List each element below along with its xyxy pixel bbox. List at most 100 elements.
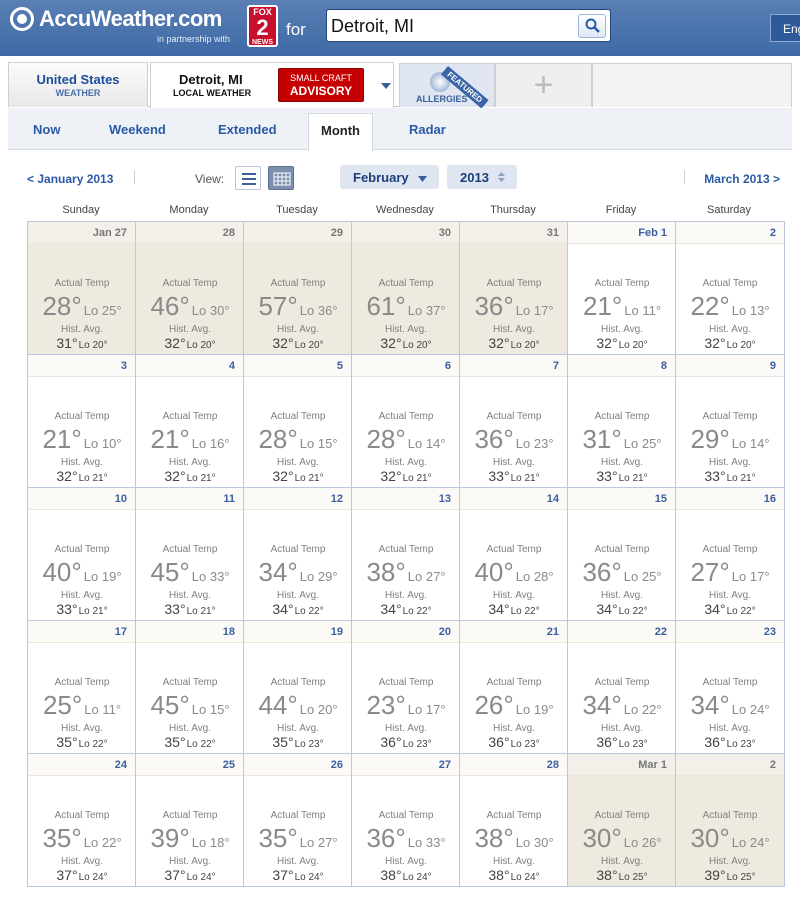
calendar-day-cell[interactable]: 20 Actual Temp 23° Lo 17° Hist. Avg. 36°Lo 23… [352,621,460,754]
actual-low: 22° [641,702,662,717]
lo-label: Lo [294,473,306,484]
lo-label: Lo [731,702,747,717]
fox2-news-logo[interactable]: FOX 2 NEWS [247,5,278,47]
hist-low: 22° [740,606,756,617]
day-number: 15 [568,488,675,510]
tab-now[interactable]: Now [33,122,60,137]
actual-low: 25° [641,569,662,584]
calendar-day-cell[interactable]: 29 Actual Temp 57° Lo 36° Hist. Avg. 32°Lo 20… [244,222,352,355]
hist-avg: 33°Lo 21° [460,468,568,486]
actual-high: 34° [690,690,730,720]
calendar-day-cell[interactable]: 16 Actual Temp 27° Lo 17° Hist. Avg. 34°Lo 22… [676,488,784,621]
actual-temp-label: Actual Temp [594,677,650,688]
year-select[interactable]: 2013 [447,165,517,189]
hist-avg: 33°Lo 21° [136,601,244,619]
calendar-day-cell[interactable]: 13 Actual Temp 38° Lo 27° Hist. Avg. 34°Lo 22… [352,488,460,621]
calendar-day-cell[interactable]: 27 Actual Temp 36° Lo 33° Hist. Avg. 38°Lo 24… [352,754,460,887]
day-number: 29 [244,222,351,244]
calendar-day-cell[interactable]: 5 Actual Temp 28° Lo 15° Hist. Avg. 32°Lo 21° [244,355,352,488]
calendar-day-cell[interactable]: 11 Actual Temp 45° Lo 33° Hist. Avg. 33°Lo 21… [136,488,244,621]
actual-low: 36° [317,303,338,318]
hist-avg: 32°Lo 20° [244,335,352,353]
calendar-day-cell[interactable]: 2 Actual Temp 22° Lo 13° Hist. Avg. 32°Lo 20° [676,222,784,355]
calendar-day-cell[interactable]: Jan 27 Actual Temp 28° Lo 25° Hist. Avg. 31°L… [28,222,136,355]
search-button[interactable] [578,14,606,38]
hist-avg-label: Hist. Avg. [60,856,104,867]
hist-high: 36° [380,734,402,750]
calendar-day-cell[interactable]: 2 Actual Temp 30° Lo 24° Hist. Avg. 39°Lo 25° [676,754,784,887]
calendar-day-cell[interactable]: 15 Actual Temp 36° Lo 25° Hist. Avg. 34°Lo 22… [568,488,676,621]
actual-low: 15° [317,436,338,451]
actual-temp-label: Actual Temp [378,544,434,555]
tab-extended[interactable]: Extended [218,122,277,137]
accuweather-logo[interactable]: AccuWeather.com [10,6,222,32]
actual-low: 18° [209,835,230,850]
hist-avg: 31°Lo 20° [28,335,136,353]
hist-low: 21° [200,606,216,617]
list-view-button[interactable] [235,166,261,190]
location-search-input[interactable] [331,14,571,38]
calendar-day-cell[interactable]: 23 Actual Temp 34° Lo 24° Hist. Avg. 36°Lo 23… [676,621,784,754]
calendar-day-cell[interactable]: 6 Actual Temp 28° Lo 14° Hist. Avg. 32°Lo 21° [352,355,460,488]
calendar-day-cell[interactable]: 7 Actual Temp 36° Lo 23° Hist. Avg. 33°Lo 21° [460,355,568,488]
calendar-day-cell[interactable]: 31 Actual Temp 36° Lo 17° Hist. Avg. 32°Lo 20… [460,222,568,355]
day-number: 31 [460,222,567,244]
hist-avg: 36°Lo 23° [568,734,676,752]
calendar-day-cell[interactable]: 10 Actual Temp 40° Lo 19° Hist. Avg. 33°Lo 21… [28,488,136,621]
day-number: 21 [460,621,567,643]
lo-label: Lo [623,835,639,850]
calendar-day-cell[interactable]: 12 Actual Temp 34° Lo 29° Hist. Avg. 34°Lo 22… [244,488,352,621]
tab-united-states[interactable]: United States WEATHER [8,62,148,107]
month-select[interactable]: February [340,165,439,189]
lo-label: Lo [186,606,198,617]
calendar-day-cell[interactable]: Feb 1 Actual Temp 21° Lo 11° Hist. Avg. 32°Lo… [568,222,676,355]
lo-label: Lo [623,569,639,584]
lo-label: Lo [731,436,747,451]
calendar-day-cell[interactable]: 24 Actual Temp 35° Lo 22° Hist. Avg. 37°Lo 24… [28,754,136,887]
hist-low: 24° [308,872,324,883]
calendar-day-cell[interactable]: 25 Actual Temp 39° Lo 18° Hist. Avg. 37°Lo 24… [136,754,244,887]
calendar-view-button[interactable] [268,166,294,190]
calendar-day-cell[interactable]: 19 Actual Temp 44° Lo 20° Hist. Avg. 35°Lo 23… [244,621,352,754]
chevron-down-icon[interactable] [374,68,399,106]
calendar-day-cell[interactable]: 3 Actual Temp 21° Lo 10° Hist. Avg. 32°Lo 21° [28,355,136,488]
actual-temp: 22° Lo 13° [676,291,784,322]
hist-low: 25° [632,872,648,883]
actual-low: 30° [533,835,554,850]
tab-radar[interactable]: Radar [409,122,446,137]
calendar-day-cell[interactable]: Mar 1 Actual Temp 30° Lo 26° Hist. Avg. 38°Lo… [568,754,676,887]
hist-low: 22° [200,739,216,750]
calendar-day-cell[interactable]: 17 Actual Temp 25° Lo 11° Hist. Avg. 35°Lo 22… [28,621,136,754]
calendar-day-cell[interactable]: 30 Actual Temp 61° Lo 37° Hist. Avg. 32°Lo 20… [352,222,460,355]
hist-low: 20° [632,340,648,351]
calendar-day-cell[interactable]: 18 Actual Temp 45° Lo 15° Hist. Avg. 35°Lo 22… [136,621,244,754]
actual-low: 33° [209,569,230,584]
calendar-day-cell[interactable]: 21 Actual Temp 26° Lo 19° Hist. Avg. 36°Lo 23… [460,621,568,754]
add-location-tab[interactable]: + [495,63,592,107]
tab-month[interactable]: Month [308,113,373,151]
actual-low: 19° [533,702,554,717]
calendar-day-cell[interactable]: 28 Actual Temp 38° Lo 30° Hist. Avg. 38°Lo 24… [460,754,568,887]
calendar-day-cell[interactable]: 28 Actual Temp 46° Lo 30° Hist. Avg. 32°Lo 20… [136,222,244,355]
next-month-link[interactable]: March 2013 > [704,172,780,186]
calendar-day-cell[interactable]: 4 Actual Temp 21° Lo 16° Hist. Avg. 32°Lo 21° [136,355,244,488]
lo-label: Lo [510,606,522,617]
actual-high: 40° [42,557,82,587]
calendar-day-cell[interactable]: 9 Actual Temp 29° Lo 14° Hist. Avg. 33°Lo 21° [676,355,784,488]
tab-weekend[interactable]: Weekend [109,122,166,137]
hist-avg-label: Hist. Avg. [600,723,644,734]
calendar-day-cell[interactable]: 22 Actual Temp 34° Lo 22° Hist. Avg. 36°Lo 23… [568,621,676,754]
day-number: 22 [568,621,675,643]
prev-month-link[interactable]: < January 2013 [27,172,113,186]
hist-avg-label: Hist. Avg. [168,723,212,734]
small-craft-advisory-badge[interactable]: SMALL CRAFT ADVISORY [278,68,364,102]
actual-high: 36° [582,557,622,587]
actual-temp-label: Actual Temp [702,411,758,422]
language-button[interactable]: Eng [770,14,800,42]
calendar-day-cell[interactable]: 14 Actual Temp 40° Lo 28° Hist. Avg. 34°Lo 22… [460,488,568,621]
calendar-day-cell[interactable]: 8 Actual Temp 31° Lo 25° Hist. Avg. 33°Lo 21° [568,355,676,488]
calendar-day-cell[interactable]: 26 Actual Temp 35° Lo 27° Hist. Avg. 37°Lo 24… [244,754,352,887]
month-calendar-grid: Jan 27 Actual Temp 28° Lo 25° Hist. Avg. 31°L… [27,221,785,887]
day-number: 18 [136,621,243,643]
hist-avg-label: Hist. Avg. [708,590,752,601]
